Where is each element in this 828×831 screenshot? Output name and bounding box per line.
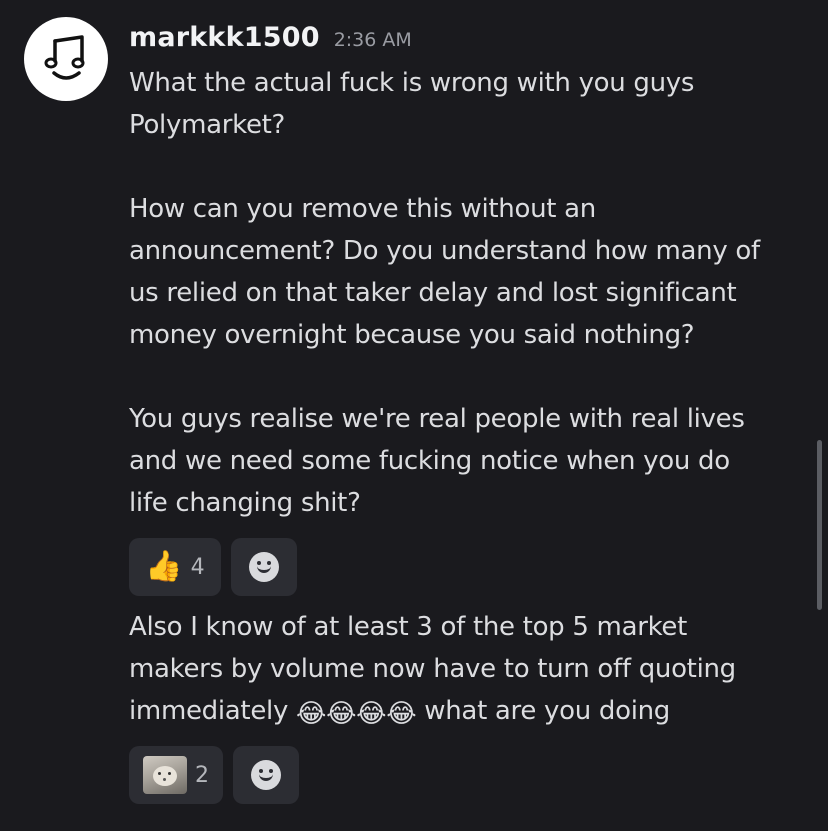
- reaction-cat[interactable]: 2: [129, 746, 223, 804]
- username[interactable]: markkk1500: [129, 22, 320, 53]
- message-header: markkk1500 2:36 AM: [129, 22, 412, 53]
- scrollbar[interactable]: [817, 440, 822, 610]
- message-text-2-part-2: what are you doing: [416, 696, 670, 726]
- message-text-2: Also I know of at least 3 of the top 5 m…: [129, 606, 799, 732]
- reaction-count: 4: [190, 554, 205, 580]
- add-reaction-button[interactable]: [231, 538, 297, 596]
- add-reaction-icon: [251, 760, 281, 790]
- laughing-crying-icon: 😂😂😂😂: [296, 699, 417, 729]
- reaction-bar-2: 2: [129, 746, 299, 804]
- user-avatar[interactable]: [24, 17, 108, 101]
- reaction-thumbs-up[interactable]: 👍 4: [129, 538, 221, 596]
- thumbs-up-icon: 👍: [145, 549, 183, 584]
- add-reaction-icon: [249, 552, 279, 582]
- add-reaction-button-2[interactable]: [233, 746, 299, 804]
- cat-face-icon: [143, 756, 187, 794]
- timestamp[interactable]: 2:36 AM: [334, 29, 412, 51]
- music-note-face-icon: [44, 35, 85, 80]
- reaction-bar: 👍 4: [129, 538, 297, 596]
- reaction-count: 2: [195, 762, 209, 788]
- message-text: What the actual fuck is wrong with you g…: [129, 68, 760, 518]
